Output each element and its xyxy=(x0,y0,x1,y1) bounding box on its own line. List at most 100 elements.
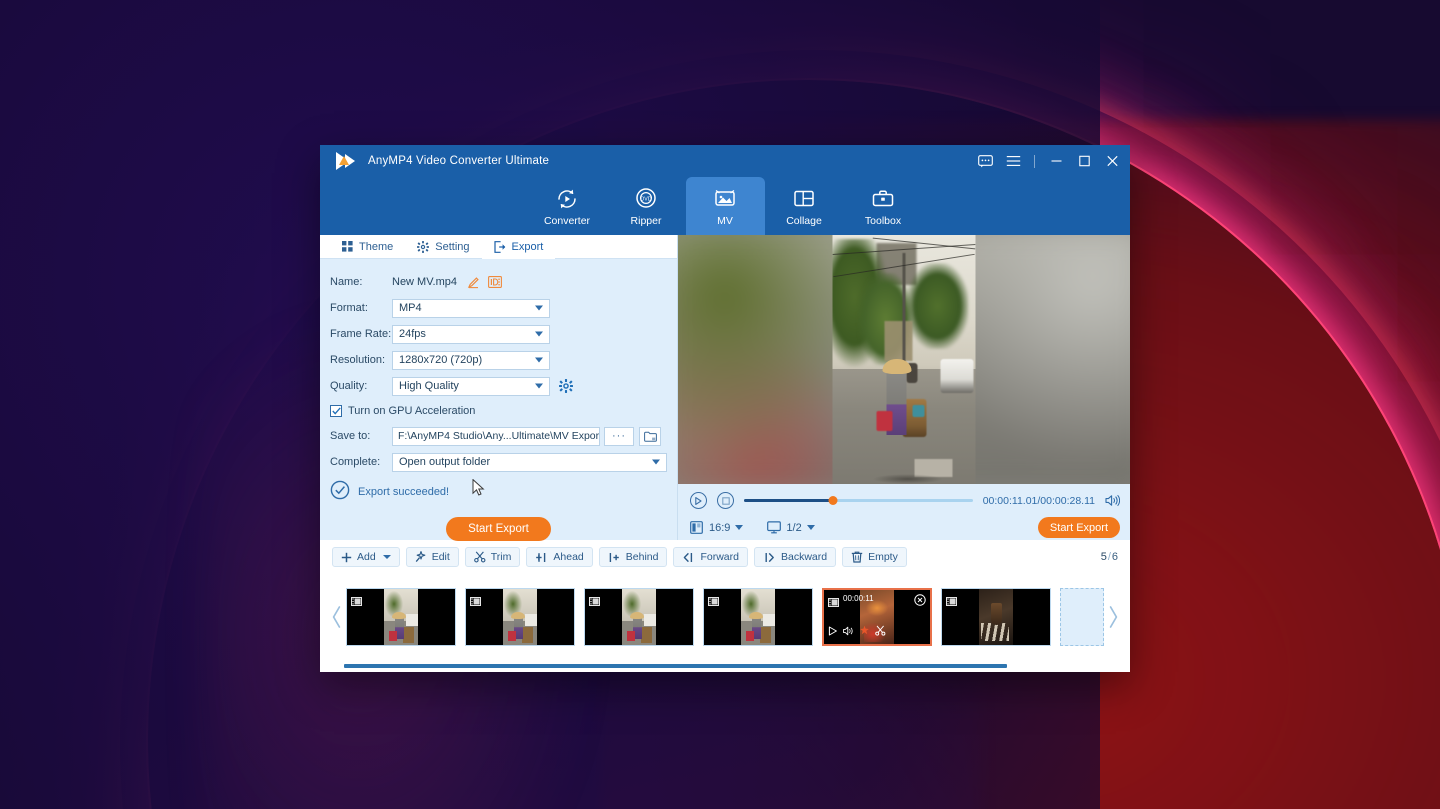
id-tag-icon[interactable] xyxy=(488,276,502,288)
table-row[interactable]: 00:00:11 xyxy=(822,588,932,646)
gpu-acceleration-checkbox[interactable] xyxy=(330,405,342,417)
clip-duration: 00:00:11 xyxy=(843,594,874,603)
video-preview[interactable] xyxy=(678,235,1130,484)
format-select[interactable]: MP4 xyxy=(392,298,550,318)
complete-select[interactable]: Open output folder xyxy=(392,452,667,472)
feedback-icon[interactable] xyxy=(971,145,999,177)
tab-setting[interactable]: Setting xyxy=(405,235,481,258)
time-display: 00:00:11.01/00:00:28.11 xyxy=(982,494,1095,507)
table-row[interactable] xyxy=(465,588,575,646)
edit-button[interactable]: Edit xyxy=(405,547,459,567)
screen-split-control[interactable]: 1/2 xyxy=(767,521,815,534)
grid-icon xyxy=(342,241,353,252)
add-button[interactable]: Add xyxy=(332,547,400,567)
volume-icon[interactable] xyxy=(1105,494,1120,507)
tab-theme[interactable]: Theme xyxy=(330,235,405,258)
chevron-left-icon xyxy=(332,606,341,628)
monitor-icon xyxy=(767,521,782,534)
complete-row: Complete: Open output folder xyxy=(320,449,677,475)
scrollbar-track[interactable] xyxy=(344,664,1106,668)
chevron-right-icon xyxy=(1109,606,1118,628)
button-label: Trim xyxy=(490,551,512,563)
seek-fill xyxy=(744,499,834,502)
clip-thumbnail-image xyxy=(503,589,537,645)
play-button[interactable] xyxy=(690,492,707,509)
tab-export[interactable]: Export xyxy=(481,235,556,259)
minimize-button[interactable] xyxy=(1042,145,1070,177)
table-row[interactable] xyxy=(703,588,813,646)
preview-panel: 00:00:11.01/00:00:28.11 16:9 1/2 Start E… xyxy=(678,235,1130,540)
move-backward-icon xyxy=(765,552,774,562)
format-label: Format: xyxy=(330,302,368,314)
nav-item-converter[interactable]: Converter xyxy=(528,177,607,235)
nav-item-collage[interactable]: Collage xyxy=(765,177,844,235)
preview-start-export-button[interactable]: Start Export xyxy=(1037,517,1120,538)
success-check-icon xyxy=(330,480,350,505)
clip-counter-current: 5 xyxy=(1100,551,1107,563)
open-folder-button[interactable] xyxy=(639,426,661,446)
move-backward-button[interactable]: Backward xyxy=(753,547,837,567)
rename-pencil-icon[interactable] xyxy=(467,276,480,289)
collage-icon xyxy=(794,190,814,206)
quality-select[interactable]: High Quality xyxy=(392,376,550,396)
table-row[interactable] xyxy=(584,588,694,646)
empty-button[interactable]: Empty xyxy=(842,547,907,567)
close-button[interactable] xyxy=(1098,145,1126,177)
save-to-row: Save to: F:\AnyMP4 Studio\Any...Ultimate… xyxy=(320,423,677,449)
nav-item-toolbox[interactable]: Toolbox xyxy=(844,177,923,235)
timeline-section: Add Edit Trim Ahead Behind Forward Backw… xyxy=(320,540,1130,672)
scroll-right-button[interactable] xyxy=(1104,604,1122,630)
button-label: Backward xyxy=(780,551,828,563)
gpu-acceleration-row[interactable]: Turn on GPU Acceleration xyxy=(320,399,677,423)
hamburger-menu-icon[interactable] xyxy=(999,145,1027,177)
plus-icon xyxy=(341,552,352,562)
clip-thumbnail-image xyxy=(622,589,656,645)
clip-effects-icon[interactable] xyxy=(859,623,870,641)
resolution-select[interactable]: 1280x720 (720p) xyxy=(392,350,550,370)
nav-item-ripper[interactable]: DVD Ripper xyxy=(607,177,686,235)
quality-settings-gear-icon[interactable] xyxy=(559,379,573,393)
clip-play-icon[interactable] xyxy=(828,623,838,641)
film-icon xyxy=(828,594,839,612)
save-to-input[interactable]: F:\AnyMP4 Studio\Any...Ultimate\MV Expor… xyxy=(392,426,600,446)
export-status-row: Export succeeded! xyxy=(320,475,677,509)
clip-thumbnail-image xyxy=(979,589,1013,645)
chevron-down-icon xyxy=(535,305,543,311)
nav-item-mv[interactable]: MV xyxy=(685,177,765,235)
timeline-scrollbar[interactable] xyxy=(320,660,1130,672)
stop-button[interactable] xyxy=(717,492,734,509)
resolution-value: 1280x720 (720p) xyxy=(399,354,483,366)
browse-button[interactable]: ··· xyxy=(604,426,634,446)
remove-clip-icon[interactable] xyxy=(914,593,926,611)
tab-label: Setting xyxy=(435,240,470,253)
add-clip-placeholder[interactable] xyxy=(1060,588,1104,646)
scissors-icon xyxy=(473,551,486,563)
button-label: Edit xyxy=(431,551,450,563)
gpu-acceleration-label: Turn on GPU Acceleration xyxy=(348,405,476,417)
name-value: New MV.mp4 xyxy=(392,276,458,288)
seek-bar[interactable] xyxy=(744,494,973,508)
seek-handle[interactable] xyxy=(828,496,838,505)
insert-behind-button[interactable]: Behind xyxy=(598,547,668,567)
dvd-ripper-icon: DVD xyxy=(636,187,656,208)
start-export-button[interactable]: Start Export xyxy=(446,517,551,541)
trim-button[interactable]: Trim xyxy=(464,547,521,567)
save-to-value: F:\AnyMP4 Studio\Any...Ultimate\MV Expor… xyxy=(398,430,600,442)
aspect-ratio-control[interactable]: 16:9 xyxy=(690,521,744,534)
insert-ahead-button[interactable]: Ahead xyxy=(526,547,593,567)
scrollbar-thumb[interactable] xyxy=(344,664,1007,668)
clip-volume-icon[interactable] xyxy=(843,623,854,641)
timeline-toolbar: Add Edit Trim Ahead Behind Forward Backw… xyxy=(320,540,1130,574)
frame-rate-select[interactable]: 24fps xyxy=(392,324,550,344)
scroll-left-button[interactable] xyxy=(328,604,346,630)
export-icon xyxy=(493,240,505,253)
player-options-row: 16:9 1/2 Start Export xyxy=(690,517,1120,538)
button-label: Add xyxy=(357,551,376,563)
move-forward-button[interactable]: Forward xyxy=(673,547,748,567)
player-transport-row: 00:00:11.01/00:00:28.11 xyxy=(690,492,1120,509)
clip-trim-icon[interactable] xyxy=(875,623,886,641)
maximize-button[interactable] xyxy=(1070,145,1098,177)
clip-counter-separator: / xyxy=(1107,551,1111,563)
table-row[interactable] xyxy=(346,588,456,646)
table-row[interactable] xyxy=(941,588,1051,646)
